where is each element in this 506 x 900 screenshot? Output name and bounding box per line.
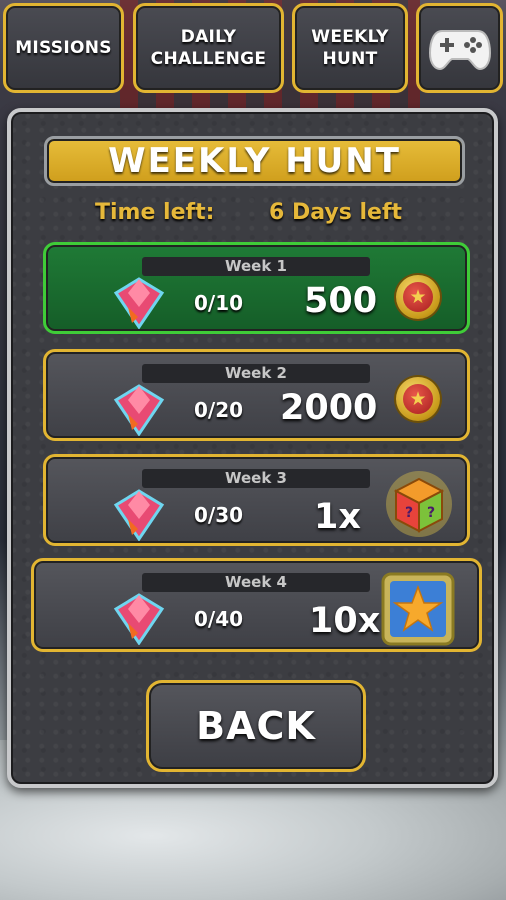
week-reward: 2000 [280, 388, 378, 428]
week-progress: 0/20 [194, 398, 244, 422]
time-left-value: 6 Days left [269, 200, 403, 225]
star-icon [381, 572, 455, 646]
tab-weekly-label-line2: HUNT [322, 49, 378, 69]
gamepad-icon [428, 30, 491, 71]
coin-icon: ★ [396, 275, 440, 319]
coin-icon: ★ [396, 377, 440, 421]
gem-icon [113, 593, 165, 645]
tab-missions[interactable]: MISSIONS [3, 3, 124, 93]
week-progress: 0/40 [194, 607, 244, 631]
time-left-row: Time left: 6 Days left [95, 200, 435, 230]
tab-weekly-label-line1: WEEKLY [311, 27, 389, 47]
mystery-box-icon: ? ? [386, 471, 452, 537]
week-progress: 0/10 [194, 291, 244, 315]
week-label: Week 1 [142, 257, 370, 276]
tab-daily-label-line1: DAILY [180, 27, 237, 47]
week-label: Week 3 [142, 469, 370, 488]
week-reward: 10x [309, 601, 381, 641]
tab-missions-label: MISSIONS [15, 38, 112, 58]
week-row-1[interactable]: Week 1 0/10 500 ★ [43, 242, 470, 334]
week-row-2[interactable]: Week 2 0/20 2000 ★ [43, 349, 470, 441]
tab-weekly-hunt[interactable]: WEEKLY HUNT [292, 3, 408, 93]
back-button-label: BACK [196, 704, 316, 748]
svg-text:?: ? [405, 505, 413, 521]
gamepad-button[interactable] [416, 3, 503, 93]
week-progress: 0/30 [194, 503, 244, 527]
weekly-hunt-panel: WEEKLY HUNT Time left: 6 Days left Week … [7, 108, 498, 788]
panel-title-text: WEEKLY HUNT [108, 141, 401, 181]
panel-title: WEEKLY HUNT [44, 136, 465, 186]
gem-icon [113, 384, 165, 436]
svg-text:?: ? [427, 505, 435, 521]
week-row-3[interactable]: Week 3 0/30 1x ? ? [43, 454, 470, 546]
week-reward: 1x [314, 497, 361, 537]
back-button[interactable]: BACK [146, 680, 366, 772]
time-left-label: Time left: [95, 200, 215, 225]
week-label: Week 4 [142, 573, 370, 592]
gem-icon [113, 489, 165, 541]
week-row-4[interactable]: Week 4 0/40 10x [31, 558, 482, 652]
gem-icon [113, 277, 165, 329]
week-label: Week 2 [142, 364, 370, 383]
week-reward: 500 [304, 281, 378, 321]
tab-daily-label-line2: CHALLENGE [150, 49, 267, 69]
tab-daily-challenge[interactable]: DAILY CHALLENGE [133, 3, 284, 93]
